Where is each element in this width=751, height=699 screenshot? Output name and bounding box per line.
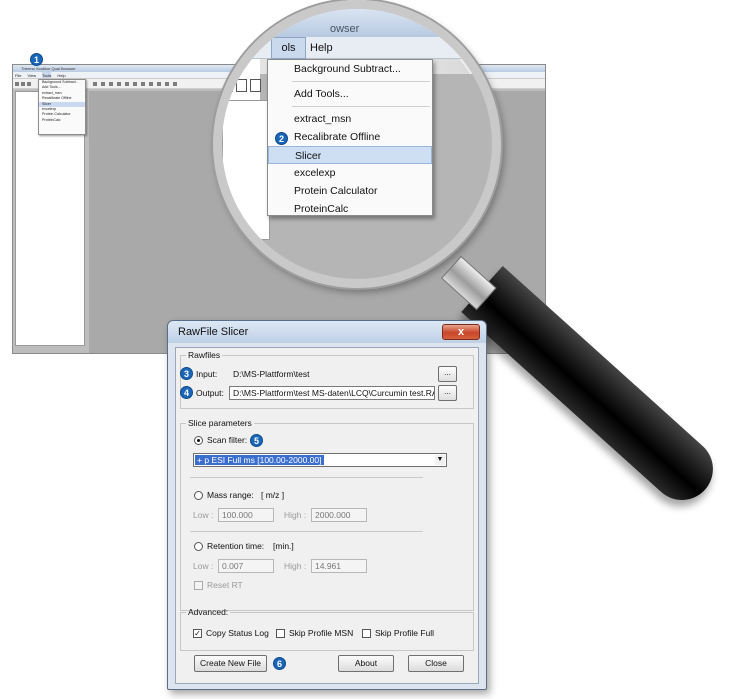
document-icon[interactable]: [236, 79, 247, 92]
step-badge-2: 2: [275, 132, 288, 145]
document-icon[interactable]: [222, 79, 233, 92]
toolbar-icon[interactable]: [21, 82, 25, 86]
menu-item-slicer[interactable]: Slicer: [268, 146, 432, 164]
magnifier-lens: owser ols Help Background Subtract... Ad…: [213, 0, 501, 288]
rawfiles-legend: Rawfiles: [188, 350, 221, 360]
dialog-title: RawFile Slicer: [178, 326, 249, 338]
toolbar-icon[interactable]: [173, 82, 177, 86]
chart-doc-icon[interactable]: [250, 79, 261, 92]
retention-time-label: Retention time:: [207, 541, 265, 551]
toolbar-icon[interactable]: [15, 82, 19, 86]
input-path-field[interactable]: D:\MS-Plattform\test: [229, 367, 429, 381]
scan-filter-select[interactable]: + p ESI Full ms [100.00-2000.00] ▼: [193, 453, 447, 467]
bg-menu-file[interactable]: File: [15, 72, 21, 78]
menu-item-extract-msn[interactable]: extract_msn: [268, 110, 432, 128]
reset-rt-checkbox[interactable]: [194, 581, 203, 590]
bg-menu-view[interactable]: View: [27, 72, 36, 78]
menu-item-protein-calculator[interactable]: Protein Calculator: [268, 182, 432, 200]
menu-item-proteincalc[interactable]: ProteinCalc: [268, 200, 432, 218]
toolbar-icon[interactable]: [125, 82, 129, 86]
copy-status-log-checkbox[interactable]: ✓: [193, 629, 202, 638]
copy-status-log-label: Copy Status Log: [206, 628, 269, 638]
skip-profile-full-checkbox[interactable]: [362, 629, 371, 638]
mass-range-unit: [ m/z ]: [261, 490, 285, 500]
create-new-file-button[interactable]: Create New File: [194, 655, 267, 672]
lens-menubar: [222, 37, 492, 59]
about-button[interactable]: About: [338, 655, 394, 672]
reset-rt-label: Reset RT: [207, 580, 243, 590]
output-browse-button[interactable]: ...: [438, 385, 457, 401]
chevron-down-icon[interactable]: ▼: [435, 455, 445, 465]
toolbar-icon[interactable]: [117, 82, 121, 86]
step-badge-5: 5: [250, 434, 263, 447]
bg-menu-tools[interactable]: Tools: [42, 72, 52, 78]
lens-title-fragment: owser: [330, 23, 360, 35]
step-badge-1: 1: [30, 53, 43, 66]
mass-low-label: Low :: [193, 510, 214, 520]
toolbar-icon[interactable]: [165, 82, 169, 86]
toolbar-icon[interactable]: [133, 82, 137, 86]
menu-item-excelexp[interactable]: excelexp: [268, 164, 432, 182]
toolbar-icon[interactable]: [27, 82, 31, 86]
divider: [190, 531, 423, 532]
slice-parameters-legend: Slice parameters: [188, 418, 252, 428]
output-label: Output:: [196, 388, 224, 398]
lens-toolbar-icons: [222, 79, 261, 93]
rt-high-field[interactable]: 14.961: [311, 559, 367, 573]
toolbar-icon[interactable]: [157, 82, 161, 86]
step-badge-6: 6: [273, 657, 286, 670]
input-browse-button[interactable]: ...: [438, 366, 457, 382]
toolbar-icon[interactable]: [109, 82, 113, 86]
menu-separator: [292, 106, 430, 107]
mass-range-label: Mass range:: [207, 490, 254, 500]
dialog-body: Rawfiles 3 Input: D:\MS-Plattform\test .…: [175, 347, 479, 684]
screenshot-stage: Thermo Xcalibur Qual Browser File View T…: [0, 0, 751, 699]
divider: [190, 477, 423, 478]
mass-high-label: High :: [284, 510, 307, 520]
lens-menu-tools[interactable]: ols: [271, 37, 306, 59]
output-path-field[interactable]: D:\MS-Plattform\test MS-daten\LCQ\Curcum…: [229, 386, 435, 400]
mass-low-field[interactable]: 100.000: [218, 508, 274, 522]
close-icon[interactable]: x: [442, 324, 480, 340]
close-button[interactable]: Close: [408, 655, 464, 672]
toolbar-icon[interactable]: [101, 82, 105, 86]
toolbar-icon[interactable]: [93, 82, 97, 86]
lens-left-panel: [222, 100, 270, 240]
rt-low-field[interactable]: 0.007: [218, 559, 274, 573]
mass-high-field[interactable]: 2000.000: [311, 508, 367, 522]
scan-filter-radio[interactable]: [194, 436, 203, 445]
mass-range-radio[interactable]: [194, 491, 203, 500]
scan-filter-selected-value: + p ESI Full ms [100.00-2000.00]: [195, 455, 324, 465]
scan-filter-label: Scan filter:: [207, 435, 248, 445]
input-label: Input:: [196, 369, 218, 379]
skip-profile-full-label: Skip Profile Full: [375, 628, 435, 638]
toolbar-icon[interactable]: [141, 82, 145, 86]
tools-dropdown-menu: Background Subtract... Add Tools... extr…: [267, 59, 433, 216]
menu-item-background-subtract[interactable]: Background Subtract...: [268, 60, 432, 78]
rt-high-label: High :: [284, 561, 307, 571]
skip-profile-msn-label: Skip Profile MSN: [289, 628, 354, 638]
skip-profile-msn-checkbox[interactable]: [276, 629, 285, 638]
rt-low-label: Low :: [193, 561, 214, 571]
advanced-legend: Advanced:: [188, 607, 229, 617]
step-badge-4: 4: [180, 386, 193, 399]
background-tools-dropdown: Background Subtract... Add Tools... extr…: [38, 79, 86, 135]
bg-menu-help[interactable]: Help: [57, 72, 65, 78]
dialog-titlebar: RawFile Slicer x: [168, 321, 486, 343]
lens-titlebar: owser: [222, 9, 492, 37]
retention-time-unit: [min.]: [273, 541, 294, 551]
menu-separator: [292, 81, 430, 82]
retention-time-radio[interactable]: [194, 542, 203, 551]
step-badge-3: 3: [180, 367, 193, 380]
magnifier-handle: [461, 265, 726, 513]
bg-tools-item[interactable]: ProteinCalc: [39, 118, 85, 123]
menu-item-add-tools[interactable]: Add Tools...: [268, 85, 432, 103]
rawfile-slicer-dialog: RawFile Slicer x Rawfiles 3 Input: D:\MS…: [167, 320, 487, 690]
lens-menu-help[interactable]: Help: [310, 37, 333, 59]
toolbar-icon[interactable]: [149, 82, 153, 86]
menu-item-recalibrate-offline[interactable]: Recalibrate Offline: [268, 128, 432, 146]
